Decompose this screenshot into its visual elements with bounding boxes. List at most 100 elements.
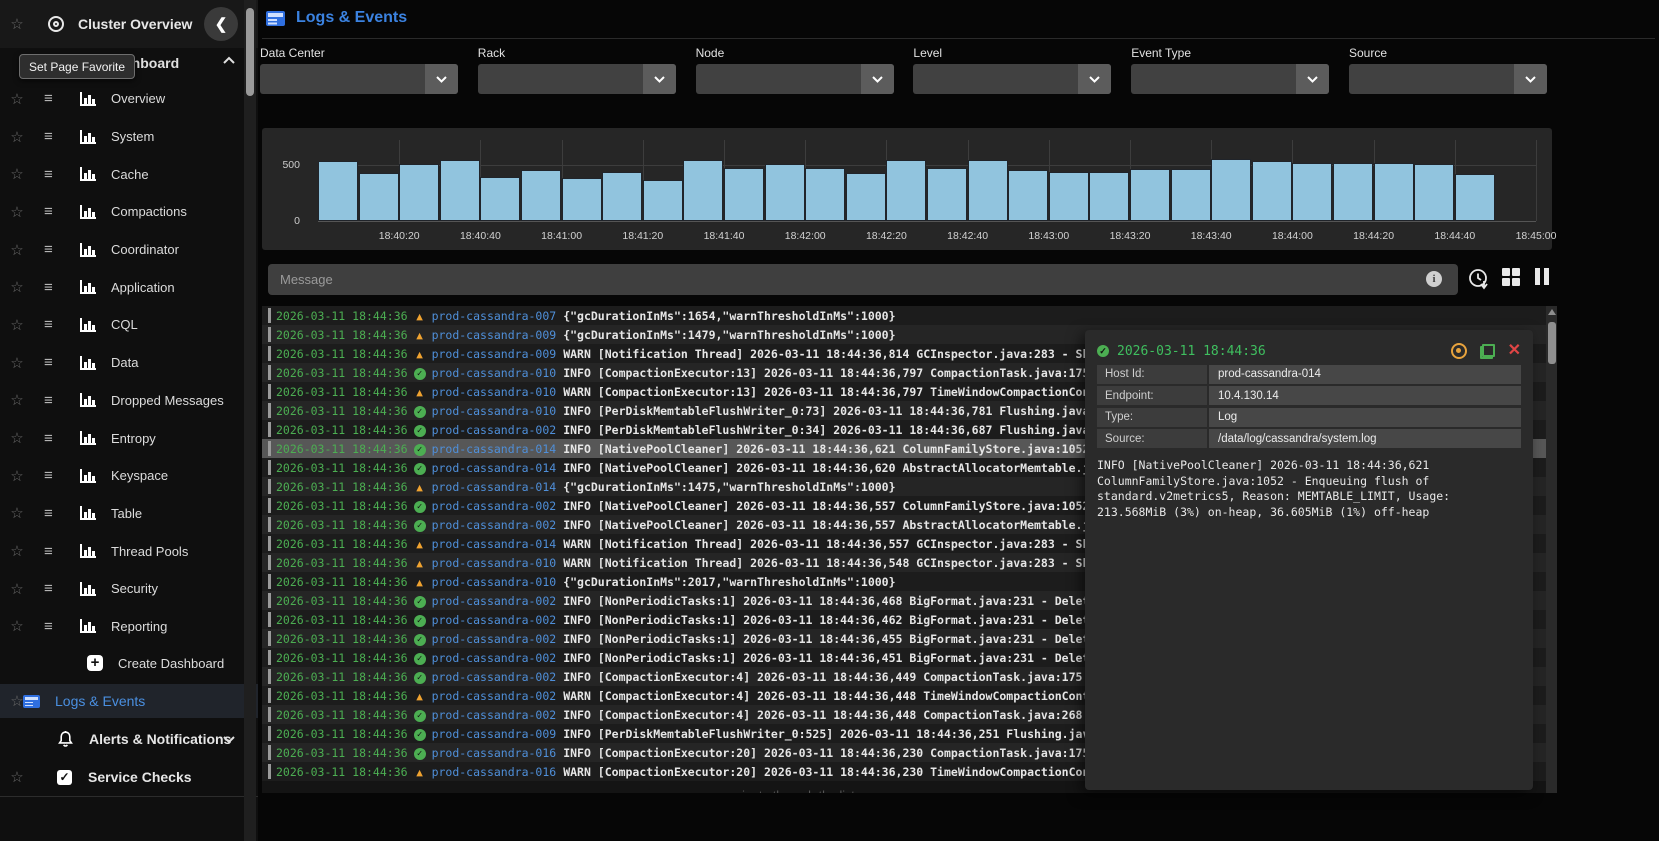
drag-handle-icon[interactable]: ≡ — [44, 543, 58, 560]
log-host-link[interactable]: prod-cassandra-002 — [432, 632, 557, 646]
log-scrollbar[interactable] — [1546, 306, 1557, 793]
histogram-bar[interactable] — [439, 160, 480, 221]
histogram-bar[interactable] — [1292, 163, 1333, 221]
log-host-link[interactable]: prod-cassandra-016 — [432, 765, 557, 779]
log-host-link[interactable]: prod-cassandra-007 — [432, 309, 557, 323]
sidebar-scrollbar[interactable] — [244, 0, 256, 841]
sidebar-item[interactable]: ☆ ≡ System — [0, 118, 258, 156]
target-icon[interactable] — [1450, 343, 1467, 359]
drag-handle-icon[interactable]: ≡ — [44, 618, 58, 635]
drag-handle-icon[interactable]: ≡ — [44, 354, 58, 371]
sidebar-item[interactable]: ☆ ≡ Entropy — [0, 419, 258, 457]
sidebar-item-service-checks[interactable]: ☆ ✓ Service Checks — [0, 760, 258, 794]
histogram-bar[interactable] — [602, 172, 643, 221]
sidebar-collapse-button[interactable]: ❮ — [204, 7, 238, 41]
sidebar-item[interactable]: ☆ ≡ CQL — [0, 306, 258, 344]
histogram-bar[interactable] — [1008, 170, 1049, 221]
favorite-star-icon[interactable]: ☆ — [0, 768, 34, 786]
drag-handle-icon[interactable]: ≡ — [44, 505, 58, 522]
log-host-link[interactable]: prod-cassandra-016 — [432, 746, 557, 760]
log-host-link[interactable]: prod-cassandra-002 — [432, 594, 557, 608]
log-host-link[interactable]: prod-cassandra-002 — [432, 613, 557, 627]
info-icon[interactable]: i — [1426, 271, 1442, 287]
histogram-bar[interactable] — [724, 168, 765, 221]
sidebar-item-create-dashboard[interactable]: + Create Dashboard — [0, 648, 258, 678]
filter-select[interactable] — [477, 64, 676, 94]
favorite-star-icon[interactable]: ☆ — [0, 241, 34, 259]
sidebar-item[interactable]: ☆ ≡ Data — [0, 344, 258, 382]
sidebar-item[interactable]: ☆ ≡ Application — [0, 268, 258, 306]
histogram-bar[interactable] — [1211, 158, 1252, 221]
filter-select[interactable] — [913, 64, 1112, 94]
filter-select[interactable] — [1349, 64, 1547, 94]
favorite-star-icon[interactable]: ☆ — [0, 391, 34, 409]
chevron-down-icon[interactable] — [222, 735, 236, 744]
histogram-bar[interactable] — [967, 160, 1008, 221]
log-host-link[interactable]: prod-cassandra-002 — [432, 708, 557, 722]
log-host-link[interactable]: prod-cassandra-010 — [432, 404, 557, 418]
histogram-bar[interactable] — [1454, 174, 1495, 221]
favorite-star-icon[interactable]: ☆ — [0, 580, 34, 598]
chevron-down-icon[interactable] — [860, 64, 894, 94]
histogram-bar[interactable] — [1170, 169, 1211, 221]
drag-handle-icon[interactable]: ≡ — [44, 90, 58, 107]
favorite-star-icon[interactable]: ☆ — [0, 354, 34, 372]
message-search-input[interactable] — [268, 264, 1458, 295]
favorite-star-icon[interactable]: ☆ — [0, 542, 34, 560]
histogram-bar[interactable] — [1130, 168, 1171, 221]
sidebar-item-alerts-notifications[interactable]: Alerts & Notifications — [0, 722, 258, 756]
histogram-bar[interactable] — [805, 167, 846, 221]
drag-handle-icon[interactable]: ≡ — [44, 430, 58, 447]
sidebar-item-logs-events[interactable]: ☆ Logs & Events — [0, 684, 258, 718]
chevron-down-icon[interactable] — [1078, 64, 1112, 94]
favorite-star-icon[interactable]: ☆ — [0, 617, 34, 635]
favorite-star-icon[interactable]: ☆ — [0, 15, 34, 33]
log-host-link[interactable]: prod-cassandra-002 — [432, 689, 557, 703]
drag-handle-icon[interactable]: ≡ — [44, 166, 58, 183]
pause-icon[interactable] — [1535, 268, 1549, 285]
drag-handle-icon[interactable]: ≡ — [44, 392, 58, 409]
log-host-link[interactable]: prod-cassandra-010 — [432, 385, 557, 399]
scrollbar-thumb[interactable] — [1547, 322, 1556, 364]
histogram-bar[interactable] — [683, 159, 724, 221]
log-host-link[interactable]: prod-cassandra-002 — [432, 651, 557, 665]
drag-handle-icon[interactable]: ≡ — [44, 203, 58, 220]
histogram-bar[interactable] — [1333, 162, 1374, 221]
drag-handle-icon[interactable]: ≡ — [44, 279, 58, 296]
filter-select[interactable] — [1131, 64, 1330, 94]
scroll-up-arrow[interactable] — [1548, 309, 1556, 315]
log-host-link[interactable]: prod-cassandra-002 — [432, 518, 557, 532]
log-host-link[interactable]: prod-cassandra-010 — [432, 575, 557, 589]
filter-select[interactable] — [260, 64, 458, 94]
chevron-down-icon[interactable] — [1514, 64, 1547, 94]
favorite-star-icon[interactable]: ☆ — [0, 90, 34, 108]
scrollbar-thumb[interactable] — [246, 8, 254, 96]
sidebar-item[interactable]: ☆ ≡ Coordinator — [0, 231, 258, 269]
histogram-bar[interactable] — [318, 161, 359, 221]
drag-handle-icon[interactable]: ≡ — [44, 580, 58, 597]
chevron-down-icon[interactable] — [425, 64, 458, 94]
chevron-up-icon[interactable] — [222, 56, 236, 65]
favorite-star-icon[interactable]: ☆ — [0, 504, 34, 522]
log-host-link[interactable]: prod-cassandra-009 — [432, 727, 557, 741]
histogram-bar[interactable] — [1414, 164, 1455, 221]
sidebar-item[interactable]: ☆ ≡ Compactions — [0, 193, 258, 231]
copy-icon[interactable] — [1479, 343, 1495, 359]
histogram-bar[interactable] — [927, 168, 968, 221]
drag-handle-icon[interactable]: ≡ — [44, 467, 58, 484]
sidebar-item[interactable]: ☆ ≡ Keyspace — [0, 457, 258, 495]
sidebar-item[interactable]: ☆ ≡ Thread Pools — [0, 532, 258, 570]
histogram-bar[interactable] — [1251, 161, 1292, 221]
sidebar-item[interactable]: ☆ ≡ Overview — [0, 80, 258, 118]
log-host-link[interactable]: prod-cassandra-002 — [432, 499, 557, 513]
favorite-star-icon[interactable]: ☆ — [0, 429, 34, 447]
favorite-star-icon[interactable]: ☆ — [0, 316, 34, 334]
histogram-bar[interactable] — [1089, 171, 1130, 221]
histogram-bar[interactable] — [1048, 171, 1089, 221]
histogram-bar[interactable] — [399, 164, 440, 221]
histogram-plot[interactable]: 0 500 18:40:20 18:40:40 18:41:00 18:41:20 18:4… — [282, 140, 1556, 242]
favorite-star-icon[interactable]: ☆ — [0, 128, 34, 146]
chevron-down-icon[interactable] — [1296, 64, 1330, 94]
histogram-bar[interactable] — [845, 172, 886, 221]
favorite-star-icon[interactable]: ☆ — [0, 203, 34, 221]
